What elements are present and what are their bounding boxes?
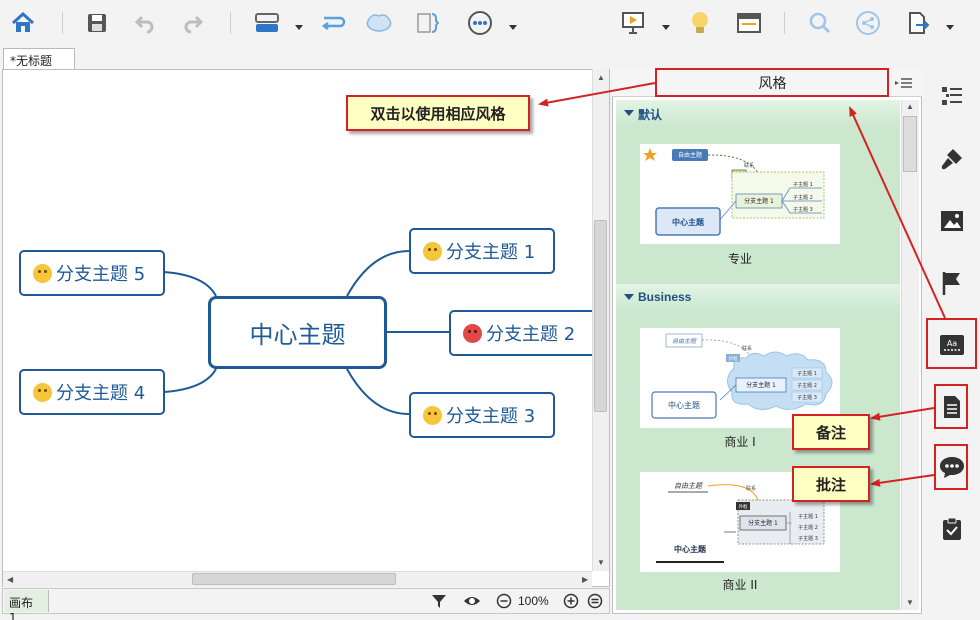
task-icon[interactable]	[935, 512, 969, 546]
image-icon[interactable]	[935, 204, 969, 238]
sheet-tab-label: 画布 1	[9, 596, 34, 620]
comments-button-highlight	[934, 444, 968, 490]
scroll-right-arrow-icon[interactable]: ▶	[582, 575, 588, 584]
style-hint-callout: 双击以使用相应风格	[346, 95, 530, 131]
preview-central: 中心主题	[674, 544, 707, 554]
sleepy-emoji-icon	[33, 263, 52, 283]
zoom-in-icon[interactable]	[563, 593, 579, 609]
branch-topic-5[interactable]: 分支主题 5	[19, 250, 165, 296]
preview-relationship: 联系	[744, 162, 754, 169]
style-button-highlight	[926, 318, 977, 369]
branch-topic-label: 分支主题 1	[446, 242, 536, 263]
comments-callout: 批注	[792, 466, 870, 502]
branch-topic-label: 分支主题 5	[56, 264, 146, 285]
scroll-left-arrow-icon[interactable]: ◀	[7, 575, 13, 584]
status-bar: 画布 1 100%	[2, 588, 610, 620]
style-hint-text: 双击以使用相应风格	[370, 104, 506, 123]
preview-floating-topic: 自由主题	[672, 337, 697, 345]
scroll-up-arrow-icon[interactable]: ▲	[597, 73, 605, 82]
preview-relationship: 联系	[742, 345, 752, 352]
scroll-down-arrow-icon[interactable]: ▼	[597, 558, 605, 567]
style-thumbnail-professional[interactable]: 自由主题 联系 分支主题 1 子主题 1 子主题 2 子主题 3 中心主题	[640, 144, 840, 244]
angry-emoji-icon	[463, 323, 482, 343]
panel-scroll-up-icon[interactable]: ▲	[906, 102, 914, 111]
preview-subtopic: 子主题 3	[793, 206, 813, 213]
style-name: 专业	[727, 252, 752, 266]
eye-icon[interactable]	[463, 593, 480, 609]
sheet-tab[interactable]: 画布 1	[5, 590, 49, 620]
preview-branch: 分支主题 1	[748, 519, 778, 527]
branch-topic-label: 分支主题 4	[56, 383, 146, 404]
preview-branch: 分支主题 1	[744, 197, 774, 205]
toolbar-separator	[784, 12, 785, 34]
filter-icon[interactable]	[431, 593, 447, 609]
smile-emoji-icon	[423, 241, 442, 261]
preview-subtopic: 子主题 2	[797, 382, 817, 389]
outline-icon[interactable]	[935, 79, 969, 113]
panel-menu-icon[interactable]	[895, 76, 913, 90]
idea-icon[interactable]	[685, 8, 715, 38]
preview-relationship: 联系	[746, 485, 756, 492]
style-preview-professional: 自由主题 联系 分支主题 1 子主题 1 子主题 2 子主题 3 中心主题	[643, 148, 825, 236]
comments-callout-text: 批注	[815, 475, 846, 494]
notes-button-highlight	[934, 384, 968, 429]
central-topic-label: 中心主题	[249, 321, 346, 349]
canvas-horizontal-scroll-thumb[interactable]	[192, 573, 396, 585]
branch-topic-label: 分支主题 2	[486, 324, 576, 345]
canvas-vertical-scroll-thumb[interactable]	[594, 220, 607, 412]
style-list: 默认 自由主题 联系 分支主题 1 子主题 1 子主题 2 子主题 3 中心主题…	[616, 100, 900, 610]
style-group-label: Business	[638, 290, 692, 304]
notes-callout-text: 备注	[815, 423, 846, 442]
preview-subtopic: 子主题 3	[797, 394, 817, 401]
style-preview-business-1: 自由主题 联系 外框 分支主题 1 子主题 1 子主题 2 子主题 3 中心主题	[651, 333, 833, 419]
branch-topic-2[interactable]: 分支主题 2	[449, 310, 597, 356]
preview-central: 中心主题	[668, 400, 700, 410]
share-icon[interactable]	[853, 8, 883, 38]
preview-subtopic: 子主题 2	[793, 194, 813, 201]
format-brush-icon[interactable]	[935, 142, 969, 176]
preview-floating-topic: 自由主题	[678, 151, 702, 159]
zoom-level: 100%	[518, 594, 549, 608]
preview-subtopic: 子主题 1	[793, 181, 813, 188]
branch-topic-label: 分支主题 3	[446, 406, 536, 427]
notes-callout: 备注	[792, 414, 870, 450]
preview-subtopic: 子主题 2	[798, 524, 818, 531]
fit-map-icon[interactable]	[587, 593, 603, 609]
style-panel-scrollbar[interactable]	[901, 100, 919, 610]
neutral-emoji-icon	[33, 382, 52, 402]
style-name: 商业 II	[722, 578, 758, 592]
sleepy-emoji-icon	[423, 405, 442, 425]
branch-topic-3[interactable]: 分支主题 3	[409, 392, 555, 438]
style-group-label: 默认	[638, 108, 663, 122]
style-title-highlight	[655, 68, 889, 97]
style-group-default[interactable]: 默认	[616, 100, 900, 126]
search-icon[interactable]	[805, 8, 835, 38]
style-panel-scroll-thumb[interactable]	[903, 116, 917, 172]
preview-subtopic: 子主题 1	[798, 513, 818, 520]
preview-tag: 外框	[729, 355, 738, 362]
presentation-icon[interactable]	[618, 8, 648, 38]
preview-branch: 分支主题 1	[746, 381, 776, 389]
preview-tag: 外框	[739, 503, 748, 510]
zoom-out-icon[interactable]	[496, 593, 512, 609]
panel-scroll-down-icon[interactable]: ▼	[906, 598, 914, 607]
preview-subtopic: 子主题 1	[797, 370, 817, 377]
style-group-business[interactable]: Business	[616, 284, 900, 310]
layout-icon[interactable]	[734, 8, 764, 38]
branch-topic-1[interactable]: 分支主题 1	[409, 228, 555, 274]
marker-flag-icon[interactable]	[935, 266, 969, 300]
style-thumbnail-business-1[interactable]: 自由主题 联系 外框 分支主题 1 子主题 1 子主题 2 子主题 3 中心主题	[640, 328, 840, 428]
presentation-dropdown-icon[interactable]	[662, 18, 670, 30]
central-topic[interactable]: 中心主题	[208, 296, 387, 369]
export-icon[interactable]	[903, 8, 933, 38]
preview-subtopic: 子主题 3	[798, 535, 818, 542]
preview-central: 中心主题	[672, 217, 705, 227]
export-dropdown-icon[interactable]	[946, 18, 954, 30]
preview-floating-topic: 自由主题	[674, 482, 704, 490]
branch-topic-4[interactable]: 分支主题 4	[19, 369, 165, 415]
